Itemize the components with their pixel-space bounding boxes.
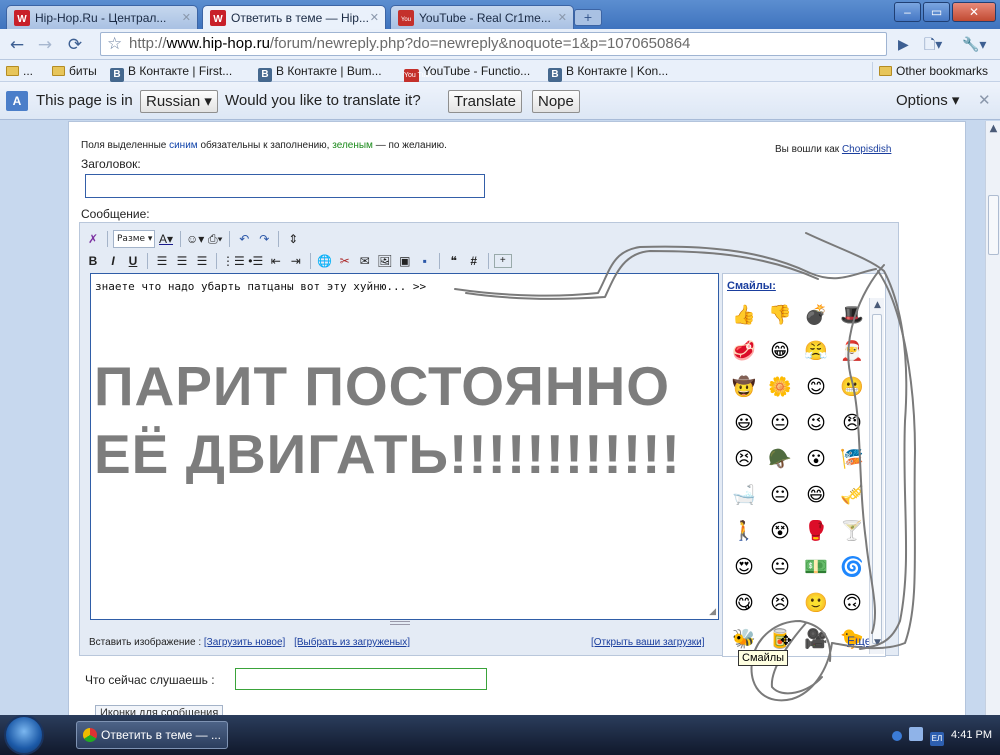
play-icon[interactable]: ▶ [898, 34, 909, 56]
wrench-menu-icon[interactable]: 🔧▾ [962, 34, 986, 56]
bookmark-folder-beats[interactable]: биты [52, 62, 97, 80]
close-tab-icon[interactable]: ✕ [182, 6, 191, 29]
language-select[interactable]: Russian ▾ [140, 90, 218, 113]
tab-hiphop-central[interactable]: W Hip-Hop.Ru - Централ... ✕ [6, 5, 198, 29]
page-menu-icon[interactable]: 🗋▾ [924, 34, 942, 56]
close-infobar-icon[interactable]: ✕ [978, 91, 991, 111]
forward-arrow-icon[interactable]: → [34, 34, 56, 56]
vk-icon: B [110, 68, 124, 82]
system-tray: ЕЛ 4:41 PM [891, 727, 992, 746]
back-arrow-icon[interactable]: ← [6, 34, 28, 56]
bookmark-vk-first[interactable]: B В Контакте | First... [110, 62, 233, 82]
url-host: www.hip-hop.ru [166, 35, 270, 52]
hiphop-favicon: W [210, 10, 226, 26]
close-tab-icon[interactable]: ✕ [370, 6, 379, 30]
close-tab-icon[interactable]: ✕ [558, 6, 567, 29]
bookmark-youtube-functio[interactable]: You TubeYouTube - Functio... [404, 62, 531, 83]
youtube-favicon: You [398, 10, 414, 26]
bookmarks-bar: ... биты B В Контакте | First... B В Конта… [0, 60, 1000, 83]
translate-options[interactable]: Options ▾ [896, 91, 959, 111]
folder-icon [6, 66, 19, 76]
freehand-scribble [454, 232, 916, 702]
taskbar-item-label: Ответить в теме — ... [101, 728, 221, 742]
bookmark-star-icon[interactable]: ☆ [107, 33, 122, 55]
translate-infobar: A This page is in Russian ▾ Would you li… [0, 82, 1000, 120]
tab-title: Ответить в теме — Hip... [231, 11, 369, 25]
tab-strip: W Hip-Hop.Ru - Централ... ✕ W Ответить в… [0, 0, 1000, 30]
folder-icon [879, 66, 892, 76]
svg-text:You: You [401, 17, 411, 23]
bookmark-folder-dots[interactable]: ... [6, 62, 33, 80]
bookmark-label: ... [23, 64, 34, 78]
page-scrollbar[interactable]: ▲ [985, 121, 1000, 715]
tab-reply-thread[interactable]: W Ответить в теме — Hip... ✕ [202, 5, 386, 30]
svg-text:W: W [17, 14, 27, 25]
reload-icon[interactable]: ⟳ [64, 34, 86, 56]
chrome-icon [83, 728, 97, 742]
bookmark-label: биты [69, 64, 97, 78]
bookmark-vk-kon[interactable]: B В Контакте | Kon... [548, 62, 669, 82]
windows-taskbar: Ответить в теме — ... ЕЛ 4:41 PM [0, 715, 1000, 755]
scroll-up-icon[interactable]: ▲ [987, 123, 1000, 137]
address-bar[interactable]: ☆ http://www.hip-hop.ru/forum/newreply.p… [100, 32, 887, 56]
bookmark-label: YouTube - Functio... [423, 64, 531, 78]
smileys-tooltip: Смайлы [738, 650, 789, 666]
page-viewport: Поля выделенные синим обязательны к запо… [0, 121, 985, 715]
svg-text:W: W [213, 14, 223, 25]
taskbar-chrome-window[interactable]: Ответить в теме — ... [76, 721, 228, 749]
page-scroll-thumb[interactable] [988, 195, 999, 255]
folder-icon [52, 66, 65, 76]
nope-button[interactable]: Nope [532, 90, 580, 113]
close-window-button[interactable]: ✕ [952, 2, 996, 22]
tab-title: YouTube - Real Cr1me... [419, 11, 551, 25]
bookmark-label: Other bookmarks [896, 64, 989, 78]
translate-icon: A [6, 91, 28, 111]
url-scheme: http:// [129, 35, 167, 52]
other-bookmarks[interactable]: Other bookmarks [872, 62, 988, 80]
translate-prompt: This page is in [36, 92, 133, 109]
bookmark-label: В Контакте | First... [128, 64, 233, 78]
bookmark-label: В Контакте | Bum... [276, 64, 382, 78]
hiphop-favicon: W [14, 10, 30, 26]
new-tab-button[interactable]: + [574, 9, 602, 26]
bookmark-vk-bum[interactable]: B В Контакте | Bum... [258, 62, 382, 82]
url-path: /forum/newreply.php?do=newreply&noquote=… [269, 35, 691, 52]
browser-toolbar: ← → ⟳ ☆ http://www.hip-hop.ru/forum/newr… [0, 29, 1000, 60]
network-icon[interactable] [891, 731, 902, 741]
youtube-icon: You Tube [404, 69, 433, 83]
taskbar-clock[interactable]: 4:41 PM [951, 729, 992, 741]
tray-app-icon[interactable] [908, 727, 923, 741]
tab-youtube[interactable]: You YouTube - Real Cr1me... ✕ [390, 5, 574, 29]
move-cursor-icon: ✥ [780, 633, 792, 649]
tab-title: Hip-Hop.Ru - Централ... [35, 11, 167, 25]
bookmark-label: В Контакте | Kon... [566, 64, 669, 78]
vk-icon: B [258, 68, 272, 82]
start-button[interactable] [4, 715, 44, 755]
maximize-button[interactable]: ▭ [923, 2, 950, 22]
language-badge-icon[interactable]: ЕЛ [929, 732, 944, 746]
translate-button[interactable]: Translate [448, 90, 522, 113]
translate-question: Would you like to translate it? [225, 92, 421, 109]
vk-icon: B [548, 68, 562, 82]
minimize-button[interactable]: – [894, 2, 921, 22]
